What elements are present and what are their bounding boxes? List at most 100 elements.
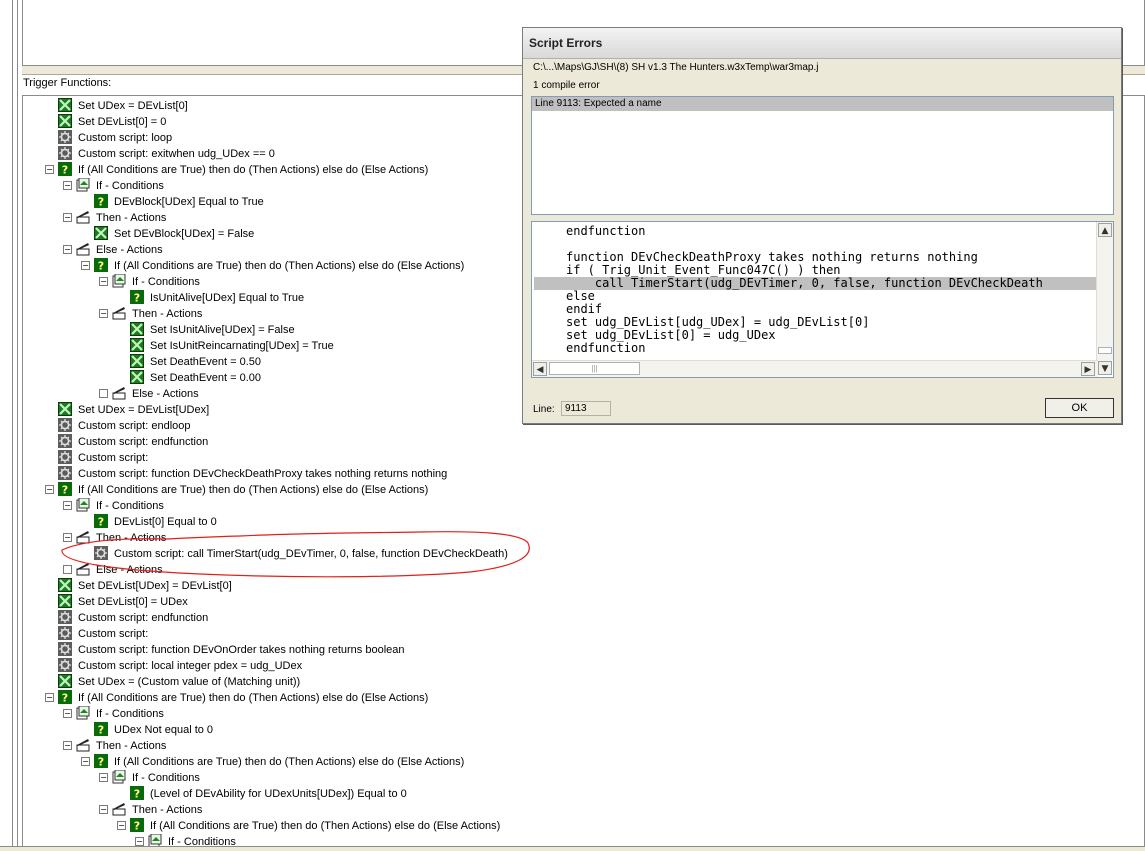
tree-row[interactable]: − Else - Actions bbox=[63, 242, 163, 258]
tree-row[interactable]: Set DEvBlock[UDex] = False bbox=[81, 226, 254, 242]
actions-icon bbox=[76, 562, 90, 576]
tree-row[interactable]: Custom script: bbox=[45, 450, 148, 466]
tree-row[interactable]: Set DEvList[UDex] = DEvList[0] bbox=[45, 578, 232, 594]
tree-row-label: Then - Actions bbox=[132, 804, 203, 817]
tree-row[interactable]: − If - Conditions bbox=[63, 178, 164, 194]
collapse-toggle-icon[interactable]: − bbox=[81, 756, 90, 766]
collapse-toggle-icon[interactable]: − bbox=[99, 276, 108, 286]
collapse-toggle-icon[interactable]: − bbox=[45, 484, 54, 494]
custom-script-icon bbox=[58, 130, 72, 145]
tree-row[interactable]: Set UDex = DEvList[UDex] bbox=[45, 402, 209, 418]
tree-indent bbox=[63, 564, 72, 574]
tree-row[interactable]: Custom script: loop bbox=[45, 130, 172, 146]
collapse-toggle-icon[interactable]: − bbox=[45, 164, 54, 174]
tree-row[interactable]: −? If (All Conditions are True) then do (… bbox=[81, 754, 464, 770]
tree-row[interactable]: Custom script: local integer pdex = udg_… bbox=[45, 658, 302, 674]
tree-row[interactable]: Set UDex = (Custom value of (Matching un… bbox=[45, 674, 300, 690]
tree-row[interactable]: − Then - Actions bbox=[99, 802, 202, 818]
tree-row[interactable]: Set IsUnitAlive[UDex] = False bbox=[117, 322, 295, 338]
trigger-functions-label: Trigger Functions: bbox=[23, 77, 112, 89]
tree-row[interactable]: Custom script: exitwhen udg_UDex == 0 bbox=[45, 146, 275, 162]
tree-row[interactable]: Set DEvList[0] = UDex bbox=[45, 594, 188, 610]
collapse-toggle-icon[interactable]: − bbox=[63, 244, 72, 254]
collapse-toggle-icon[interactable]: − bbox=[117, 820, 126, 830]
collapse-toggle-icon[interactable]: − bbox=[63, 708, 72, 718]
tree-row[interactable]: −? If (All Conditions are True) then do (… bbox=[81, 258, 464, 274]
tree-row[interactable]: ? IsUnitAlive[UDex] Equal to True bbox=[117, 290, 304, 306]
tree-row[interactable]: − Then - Actions bbox=[63, 738, 166, 754]
collapse-toggle-icon[interactable]: − bbox=[63, 180, 72, 190]
svg-text:?: ? bbox=[62, 484, 68, 497]
tree-row[interactable]: Set IsUnitReincarnating[UDex] = True bbox=[117, 338, 334, 354]
collapse-toggle-icon[interactable]: − bbox=[135, 836, 144, 846]
collapse-toggle-icon[interactable]: − bbox=[81, 260, 90, 270]
tree-row-label: UDex Not equal to 0 bbox=[114, 724, 214, 737]
tree-row[interactable]: Set DEvList[0] = 0 bbox=[45, 114, 166, 130]
tree-row[interactable]: Custom script: endfunction bbox=[45, 434, 208, 450]
tree-row[interactable]: − Then - Actions bbox=[63, 530, 166, 546]
tree-row-label: If - Conditions bbox=[132, 772, 200, 785]
scroll-down-arrow-icon[interactable]: ▼ bbox=[1098, 361, 1112, 375]
tree-row[interactable]: −? If (All Conditions are True) then do (… bbox=[45, 690, 428, 706]
vertical-scroll-thumb[interactable] bbox=[1098, 347, 1112, 354]
tree-row[interactable]: − Then - Actions bbox=[63, 210, 166, 226]
tree-row[interactable]: ? UDex Not equal to 0 bbox=[81, 722, 213, 738]
tree-row[interactable]: Set DeathEvent = 0.50 bbox=[117, 354, 261, 370]
scroll-left-arrow-icon[interactable]: ◀ bbox=[533, 362, 547, 376]
code-text[interactable]: endfunction function DEvCheckDeathProxy t… bbox=[532, 222, 1098, 361]
collapse-toggle-icon[interactable]: − bbox=[99, 804, 108, 814]
tree-indent bbox=[99, 388, 108, 398]
tree-row[interactable]: − If - Conditions bbox=[63, 498, 164, 514]
tree-row[interactable]: ? DEvBlock[UDex] Equal to True bbox=[81, 194, 264, 210]
tree-row[interactable]: Set DeathEvent = 0.00 bbox=[117, 370, 261, 386]
tree-row[interactable]: −? If (All Conditions are True) then do (… bbox=[117, 818, 500, 834]
vertical-scrollbar[interactable]: ▲ ▼ bbox=[1096, 222, 1113, 375]
tree-row[interactable]: Custom script: endloop bbox=[45, 418, 191, 434]
tree-row[interactable]: Custom script: call TimerStart(udg_DEvTi… bbox=[81, 546, 508, 562]
scroll-up-arrow-icon[interactable]: ▲ bbox=[1098, 223, 1112, 237]
collapse-toggle-icon[interactable]: − bbox=[63, 212, 72, 222]
custom-script-icon bbox=[58, 450, 72, 465]
tree-row[interactable]: Custom script: function DEvCheckDeathPro… bbox=[45, 466, 447, 482]
tree-row[interactable]: −? If (All Conditions are True) then do (… bbox=[45, 482, 428, 498]
collapse-toggle-icon[interactable]: − bbox=[63, 500, 72, 510]
tree-row[interactable]: − If - Conditions bbox=[63, 706, 164, 722]
svg-text:?: ? bbox=[98, 196, 104, 209]
collapse-toggle-icon[interactable]: − bbox=[45, 692, 54, 702]
tree-row-label: Set UDex = (Custom value of (Matching un… bbox=[78, 676, 301, 689]
scroll-right-arrow-icon[interactable]: ▶ bbox=[1081, 362, 1095, 376]
ok-button[interactable]: OK bbox=[1045, 398, 1114, 418]
tree-row[interactable]: Set UDex = DEvList[0] bbox=[45, 98, 188, 114]
tree-row[interactable]: −? If (All Conditions are True) then do (… bbox=[45, 162, 428, 178]
script-errors-dialog[interactable]: Script Errors C:\...\Maps\GJ\SH\(8) SH v… bbox=[522, 27, 1122, 424]
collapse-toggle-icon[interactable]: − bbox=[99, 308, 108, 318]
error-list[interactable]: Line 9113: Expected a name bbox=[531, 96, 1114, 215]
collapse-toggle-icon[interactable]: − bbox=[99, 772, 108, 782]
horizontal-scroll-thumb[interactable]: ||| bbox=[549, 362, 640, 375]
collapse-toggle-icon[interactable]: − bbox=[63, 740, 72, 750]
tree-row[interactable]: − If - Conditions bbox=[99, 770, 200, 786]
tree-row[interactable]: Custom script: function DEvOnOrder takes… bbox=[45, 642, 405, 658]
tree-row[interactable]: ? (Level of DEvAbility for UDexUnits[UDex… bbox=[117, 786, 407, 802]
tree-row-label: Set DEvList[0] = UDex bbox=[78, 596, 188, 609]
tree-row[interactable]: − Then - Actions bbox=[99, 306, 202, 322]
error-list-item[interactable]: Line 9113: Expected a name bbox=[532, 97, 1113, 111]
condition-icon: ? bbox=[94, 514, 108, 529]
code-view[interactable]: endfunction function DEvCheckDeathProxy t… bbox=[531, 221, 1114, 378]
line-label: Line: bbox=[533, 404, 555, 415]
tree-row[interactable]: Custom script: endfunction bbox=[45, 610, 208, 626]
tree-row-label: Set DEvBlock[UDex] = False bbox=[114, 228, 255, 241]
tree-row[interactable]: Else - Actions bbox=[99, 386, 199, 402]
tree-row-label: If (All Conditions are True) then do (Th… bbox=[78, 164, 429, 177]
collapse-toggle-icon[interactable]: − bbox=[63, 532, 72, 542]
horizontal-scrollbar[interactable]: ◀ ||| ▶ bbox=[532, 360, 1098, 377]
tree-row[interactable]: Custom script: bbox=[45, 626, 148, 642]
actions-icon bbox=[76, 242, 90, 256]
tree-row[interactable]: ? DEvList[0] Equal to 0 bbox=[81, 514, 217, 530]
actions-icon bbox=[76, 530, 90, 544]
tree-row-label: If - Conditions bbox=[96, 500, 164, 513]
tree-row[interactable]: Else - Actions bbox=[63, 562, 163, 578]
tree-row[interactable]: − If - Conditions bbox=[99, 274, 200, 290]
